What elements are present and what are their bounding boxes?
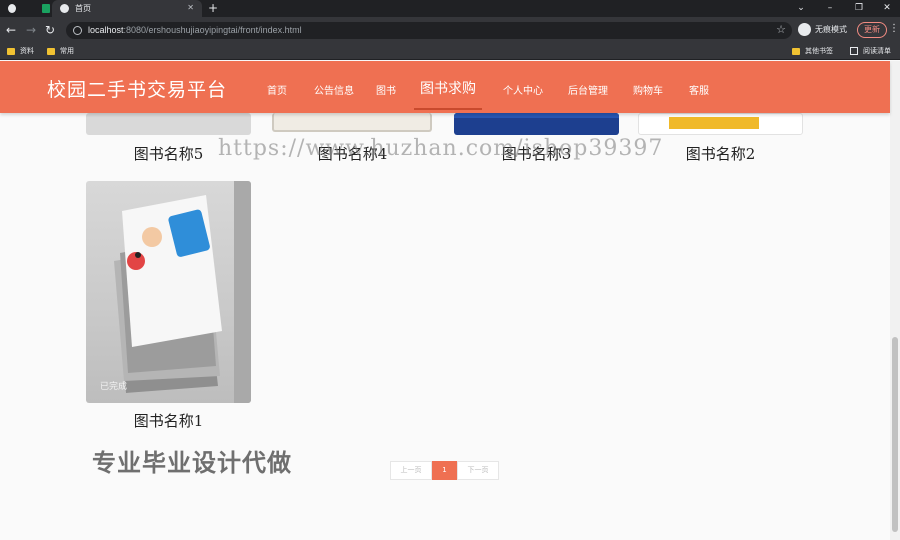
book-cover-image[interactable] <box>86 113 251 135</box>
scrollbar-thumb[interactable] <box>892 337 898 532</box>
folder-icon <box>7 47 15 55</box>
folder-icon <box>792 47 800 55</box>
browser-tab-bar: 首页 ✕ + ⌄ – ❐ ✕ <box>0 0 900 17</box>
new-tab-button[interactable]: + <box>208 0 218 17</box>
tab-search-icon[interactable]: ⌄ <box>786 0 816 17</box>
book-cover-image[interactable] <box>272 113 432 132</box>
tab-title: 首页 <box>75 4 91 13</box>
bookmark-star-icon[interactable]: ☆ <box>776 23 786 36</box>
url-text: localhost:8080/ershoushujiaoyipingtai/fr… <box>88 25 302 35</box>
book-cover-image[interactable] <box>454 113 619 135</box>
globe-icon <box>60 4 69 13</box>
nav-books[interactable]: 图书 <box>376 82 396 97</box>
book-title[interactable]: 图书名称1 <box>86 410 251 431</box>
incognito-profile[interactable]: 无痕模式 <box>798 23 847 36</box>
window-close-button[interactable]: ✕ <box>872 0 900 17</box>
reading-list-icon <box>850 47 858 55</box>
site-header: 校园二手书交易平台 首页 公告信息 图书 图书求购 个人中心 后台管理 购物车 … <box>0 61 890 113</box>
nav-book-wanted[interactable]: 图书求购 <box>420 78 476 98</box>
other-bookmarks[interactable]: 其他书签 <box>792 46 833 56</box>
nav-admin[interactable]: 后台管理 <box>568 82 608 97</box>
bookmark-folder[interactable]: 资料 <box>7 46 34 56</box>
book-cover-image[interactable] <box>638 113 803 135</box>
promo-text: 专业毕业设计代做 <box>92 449 292 477</box>
book-stack-photo: 已完成 <box>100 181 251 403</box>
update-button[interactable]: 更新 <box>857 22 887 38</box>
nav-home[interactable]: 首页 <box>267 82 287 97</box>
next-page-button[interactable]: 下一页 <box>457 461 499 480</box>
book-cover-image[interactable]: 已完成 <box>86 181 251 403</box>
site-brand[interactable]: 校园二手书交易平台 <box>47 75 227 102</box>
profile-label: 无痕模式 <box>815 25 847 34</box>
globe-icon <box>8 4 16 13</box>
info-icon[interactable] <box>73 26 82 35</box>
tab-pinned[interactable] <box>0 0 50 17</box>
bookmark-folder[interactable]: 常用 <box>47 46 74 56</box>
nav-personal-center[interactable]: 个人中心 <box>503 82 543 97</box>
nav-cart[interactable]: 购物车 <box>633 82 663 97</box>
menu-icon[interactable]: ⋮ <box>889 23 899 34</box>
active-nav-underline <box>414 108 482 110</box>
minimize-button[interactable]: – <box>815 0 845 17</box>
folder-icon <box>47 47 55 55</box>
maximize-button[interactable]: ❐ <box>844 0 874 17</box>
photo-caption: 已完成 <box>100 380 127 392</box>
page-scrollbar[interactable] <box>890 61 900 540</box>
book-list: 图书名称5 图书名称4 图书名称3 图书名称2 已完成 图书名称1 https:… <box>0 113 890 540</box>
bookmarks-bar: 资料 常用 其他书签 阅读清单 <box>0 44 900 60</box>
sheets-icon <box>42 4 50 13</box>
prev-page-button[interactable]: 上一页 <box>390 461 432 480</box>
nav-notices[interactable]: 公告信息 <box>314 82 354 97</box>
close-icon[interactable]: ✕ <box>187 3 194 12</box>
browser-toolbar: ← → ↻ localhost:8080/ershoushujiaoyiping… <box>0 17 900 44</box>
pagination: 上一页 1 下一页 <box>390 461 499 480</box>
tab-active[interactable]: 首页 ✕ <box>52 0 202 17</box>
url-watermark: https://www.huzhan.com/ishop39397 <box>218 136 664 161</box>
incognito-icon <box>798 23 811 36</box>
reading-list[interactable]: 阅读清单 <box>850 46 891 56</box>
nav-service[interactable]: 客服 <box>689 82 709 97</box>
back-button[interactable]: ← <box>6 23 16 37</box>
address-bar[interactable]: localhost:8080/ershoushujiaoyipingtai/fr… <box>66 22 792 39</box>
page-number-current[interactable]: 1 <box>432 461 457 480</box>
reload-button[interactable]: ↻ <box>45 23 55 37</box>
forward-button[interactable]: → <box>26 23 36 37</box>
